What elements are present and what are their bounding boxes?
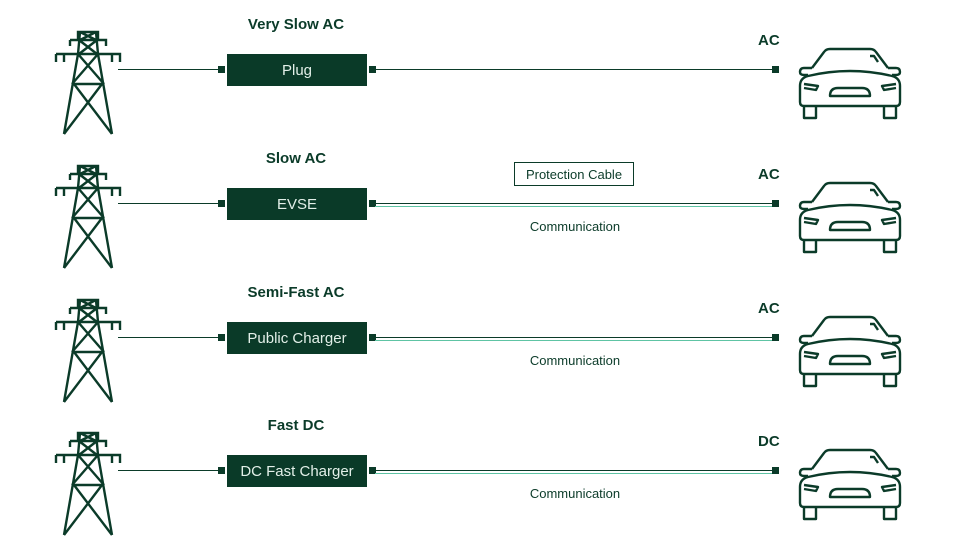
- car-front-icon: [794, 314, 906, 390]
- power-tower-icon: [52, 164, 124, 270]
- car-front-icon: [794, 447, 906, 523]
- protection-cable-label: Protection Cable: [514, 162, 634, 186]
- current-type-label: AC: [758, 32, 780, 49]
- power-tower-icon: [52, 30, 124, 136]
- power-tower-icon: [52, 298, 124, 404]
- current-type-label: AC: [758, 166, 780, 183]
- vehicle-cable: [375, 337, 775, 339]
- communication-label: Communication: [529, 486, 621, 501]
- charging-level-title: Very Slow AC: [247, 16, 345, 33]
- charging-device-box: Plug: [227, 54, 367, 86]
- charging-level-title: Fast DC: [267, 417, 325, 434]
- connector-node: [772, 334, 779, 341]
- current-type-label: DC: [758, 433, 780, 450]
- communication-line: [375, 473, 775, 475]
- charging-row: Very Slow AC Plug AC: [0, 16, 960, 150]
- communication-label: Communication: [529, 353, 621, 368]
- charging-row: Slow AC EVSE Communication Protection Ca…: [0, 150, 960, 284]
- connector-node: [218, 467, 225, 474]
- charging-row: Semi-Fast AC Public Charger Communicatio…: [0, 284, 960, 418]
- connector-node: [218, 334, 225, 341]
- current-type-label: AC: [758, 300, 780, 317]
- communication-line: [375, 340, 775, 342]
- vehicle-cable: [375, 69, 775, 71]
- vehicle-cable: [375, 203, 775, 205]
- grid-cable: [118, 470, 220, 472]
- connector-node: [772, 467, 779, 474]
- grid-cable: [118, 69, 220, 71]
- connector-node: [772, 200, 779, 207]
- grid-cable: [118, 337, 220, 339]
- charging-level-title: Slow AC: [265, 150, 327, 167]
- charging-device-box: EVSE: [227, 188, 367, 220]
- charging-level-title: Semi-Fast AC: [247, 284, 345, 301]
- communication-label: Communication: [529, 219, 621, 234]
- charging-device-box: DC Fast Charger: [227, 455, 367, 487]
- charging-row: Fast DC DC Fast Charger Communication DC: [0, 417, 960, 551]
- connector-node: [218, 66, 225, 73]
- communication-line: [375, 206, 775, 208]
- power-tower-icon: [52, 431, 124, 537]
- vehicle-cable: [375, 470, 775, 472]
- car-front-icon: [794, 180, 906, 256]
- charging-device-box: Public Charger: [227, 322, 367, 354]
- car-front-icon: [794, 46, 906, 122]
- connector-node: [772, 66, 779, 73]
- grid-cable: [118, 203, 220, 205]
- connector-node: [218, 200, 225, 207]
